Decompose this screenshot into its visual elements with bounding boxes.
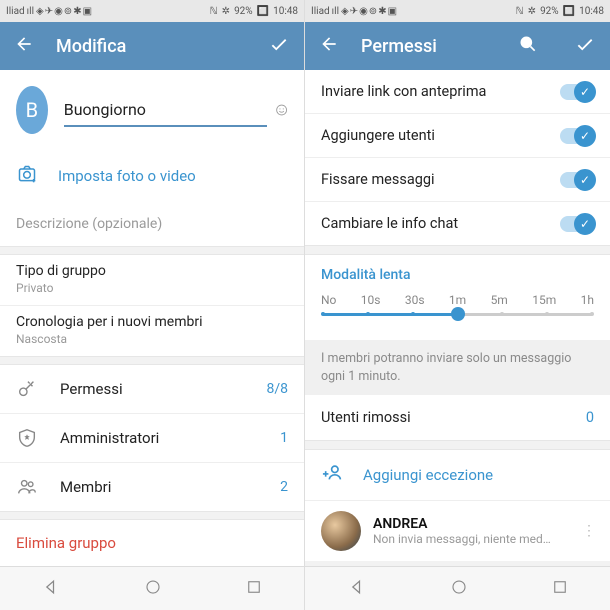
toggle-on-icon[interactable] <box>560 216 594 232</box>
perm-scroll: Inviare link con anteprima Aggiungere ut… <box>305 70 610 566</box>
shield-star-icon <box>16 427 38 449</box>
key-icon <box>16 378 38 400</box>
set-photo-label: Imposta foto o video <box>58 167 196 185</box>
set-photo-row[interactable]: Imposta foto o video <box>0 150 304 202</box>
slowmode-slider[interactable]: No10s30s1m5m15m1h <box>305 289 610 340</box>
confirm-icon[interactable] <box>574 33 596 59</box>
nav-bar <box>0 566 304 610</box>
header-title: Modifica <box>56 36 246 57</box>
slowmode-title: Modalità lenta <box>305 255 610 289</box>
toggle-on-icon[interactable] <box>560 84 594 100</box>
add-person-icon <box>321 462 345 488</box>
perm-add-row[interactable]: Aggiungere utenti <box>305 114 610 158</box>
toggle-on-icon[interactable] <box>560 128 594 144</box>
toggle-on-icon[interactable] <box>560 172 594 188</box>
perm-info-row[interactable]: Cambiare le info chat <box>305 202 610 245</box>
perm-link-row[interactable]: Inviare link con anteprima <box>305 70 610 114</box>
emoji-icon[interactable] <box>275 100 288 120</box>
more-icon[interactable]: ⋮ <box>582 523 594 539</box>
description-field[interactable]: Descrizione (opzionale) <box>0 202 304 246</box>
permissions-screen: Iliad ıll ◈✈◉⊚✱▣ ℕ✲92%🔲10:48 Permessi In… <box>305 0 610 610</box>
user-avatar <box>321 511 361 551</box>
back-icon[interactable] <box>14 34 34 58</box>
header-bar: Modifica <box>0 22 304 70</box>
back-icon[interactable] <box>319 34 339 58</box>
removed-users-row[interactable]: Utenti rimossi 0 <box>305 395 610 440</box>
confirm-icon[interactable] <box>268 33 290 59</box>
header-title: Permessi <box>361 36 496 57</box>
members-row[interactable]: Membri 2 <box>0 463 304 511</box>
nav-back-icon[interactable] <box>347 577 367 601</box>
group-type-row[interactable]: Tipo di gruppo Privato <box>0 255 304 306</box>
edit-scroll: B Imposta foto o video Descrizione (opzi… <box>0 70 304 566</box>
status-bar: Iliad ıll ◈✈◉⊚✱▣ ℕ✲92%🔲10:48 <box>305 0 610 22</box>
nav-recent-icon[interactable] <box>551 578 569 600</box>
permissions-row[interactable]: Permessi 8/8 <box>0 365 304 414</box>
nav-home-icon[interactable] <box>450 578 468 600</box>
group-name-row: B <box>0 70 304 150</box>
exception-user-row[interactable]: ANDREA Non invia messaggi, niente media,… <box>305 501 610 561</box>
slowmode-info: I membri potranno inviare solo un messag… <box>305 340 610 395</box>
admins-row[interactable]: Amministratori 1 <box>0 414 304 463</box>
search-icon[interactable] <box>518 34 538 58</box>
group-avatar[interactable]: B <box>16 86 48 134</box>
perm-pin-row[interactable]: Fissare messaggi <box>305 158 610 202</box>
nav-recent-icon[interactable] <box>245 578 263 600</box>
nav-back-icon[interactable] <box>41 577 61 601</box>
edit-group-screen: Iliad ıll ◈✈◉⊚✱▣ ℕ✲92%🔲10:48 Modifica B … <box>0 0 305 610</box>
people-icon <box>16 476 38 498</box>
add-exception-row[interactable]: Aggiungi eccezione <box>305 450 610 501</box>
delete-group-button[interactable]: Elimina gruppo <box>0 520 304 566</box>
history-row[interactable]: Cronologia per i nuovi membri Nascosta <box>0 306 304 356</box>
group-name-input[interactable] <box>64 94 267 127</box>
camera-icon <box>16 164 38 188</box>
nav-bar <box>305 566 610 610</box>
nav-home-icon[interactable] <box>144 578 162 600</box>
status-bar: Iliad ıll ◈✈◉⊚✱▣ ℕ✲92%🔲10:48 <box>0 0 304 22</box>
header-bar: Permessi <box>305 22 610 70</box>
